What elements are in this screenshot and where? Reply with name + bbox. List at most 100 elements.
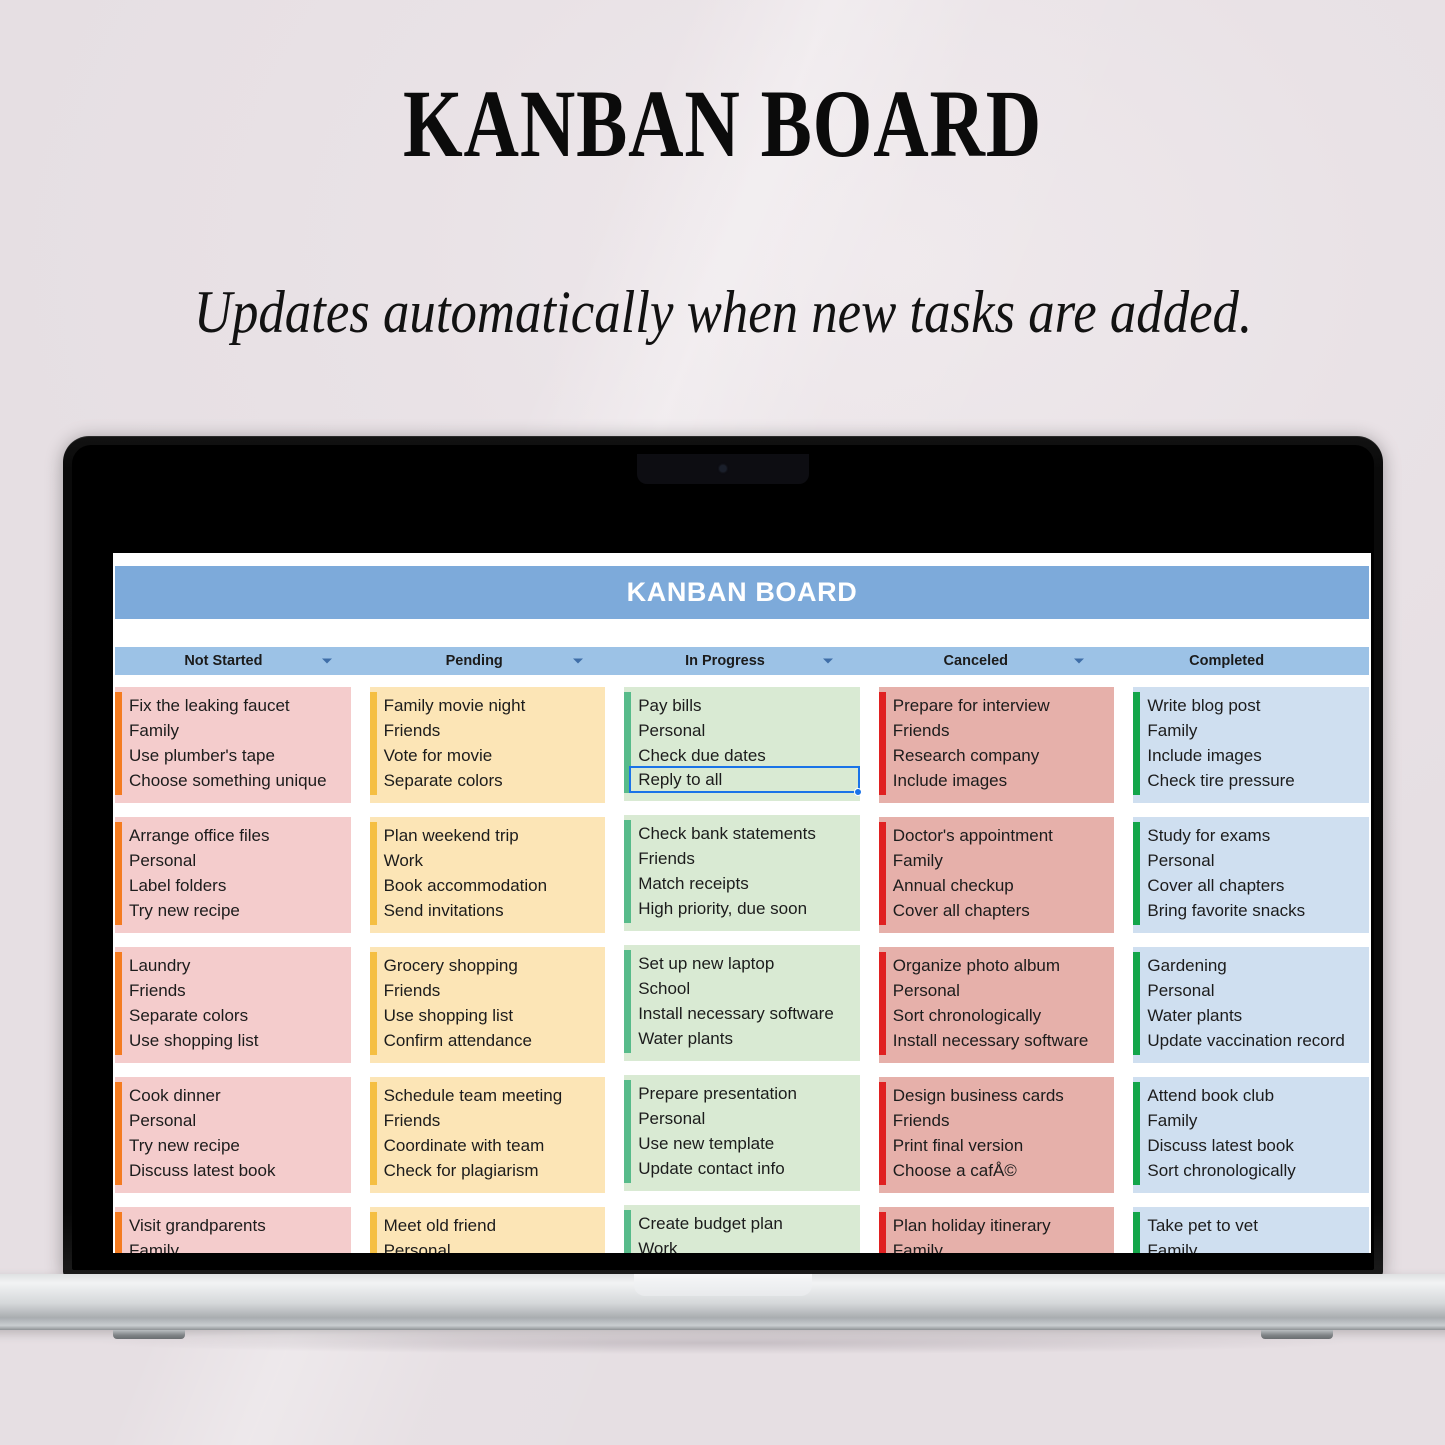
- card-accent-bar: [624, 820, 632, 923]
- chevron-down-icon[interactable]: [1074, 658, 1085, 664]
- card-detail-line: Vote for movie: [383, 746, 493, 765]
- task-card[interactable]: Create budget plan Work: [624, 1205, 860, 1253]
- column-header-in-progress[interactable]: In Progress: [617, 647, 868, 675]
- column-header-not-started[interactable]: Not Started: [115, 647, 366, 675]
- card-accent-bar: [115, 692, 122, 795]
- card-task-title: Doctor's appointment: [892, 826, 1053, 845]
- task-card[interactable]: Prepare presentation Personal Use new temp…: [624, 1075, 860, 1191]
- card-accent-bar: [115, 1082, 122, 1185]
- sheet-spacer-row: [113, 619, 1371, 647]
- card-detail-line: Personal: [892, 981, 960, 1000]
- task-card[interactable]: Organize photo album Personal Sort chronol…: [878, 947, 1115, 1063]
- task-card[interactable]: Plan weekend trip Work Book accommodation S…: [369, 817, 606, 933]
- task-card[interactable]: Family movie night Friends Vote for movie S…: [369, 687, 606, 803]
- card-detail-line: Include images: [1147, 746, 1262, 765]
- task-card[interactable]: Attend book club Family Discuss latest boo…: [1133, 1077, 1369, 1193]
- card-detail-line: Confirm attendance: [383, 1031, 532, 1050]
- card-detail-line: Family: [129, 721, 180, 740]
- task-card[interactable]: Arrange office files Personal Label folder…: [115, 817, 351, 933]
- column-header-canceled[interactable]: Canceled: [867, 647, 1118, 675]
- card-accent-bar: [624, 1210, 632, 1253]
- task-card[interactable]: Gardening Personal Water plants Update vacc…: [1133, 947, 1369, 1063]
- card-accent-bar: [369, 1212, 377, 1253]
- card-body: Take pet to vet Family: [1140, 1212, 1369, 1253]
- card-detail-line: Cover all chapters: [892, 901, 1030, 920]
- card-task-title: Set up new laptop: [638, 954, 775, 973]
- card-accent-bar: [115, 952, 122, 1055]
- task-card[interactable]: Doctor's appointment Family Annual checkup…: [878, 817, 1115, 933]
- card-body: Cook dinner Personal Try new recipe Discuss…: [122, 1082, 351, 1185]
- card-task-title: Prepare presentation: [638, 1084, 797, 1103]
- card-detail-line: Research company: [892, 746, 1040, 765]
- card-body: Plan holiday itinerary Family: [886, 1212, 1115, 1253]
- task-card[interactable]: Grocery shopping Friends Use shopping list…: [369, 947, 606, 1063]
- card-detail-line: Personal: [1147, 981, 1215, 1000]
- card-task-title: Organize photo album: [892, 956, 1061, 975]
- card-detail-line: Check due dates: [638, 746, 766, 765]
- card-body: Check bank statements Friends Match receip…: [631, 820, 860, 923]
- task-card[interactable]: Meet old friend Personal: [369, 1207, 606, 1253]
- card-detail-line: High priority, due soon: [638, 899, 808, 918]
- card-detail-line: Discuss latest book: [129, 1161, 276, 1180]
- card-detail-line: Friends: [892, 1111, 950, 1130]
- card-detail-line: Book accommodation: [383, 876, 548, 895]
- card-detail-line: Discuss latest book: [1147, 1136, 1294, 1155]
- cell-fill-handle[interactable]: [853, 788, 862, 796]
- task-card[interactable]: Write blog post Family Include images Check…: [1133, 687, 1369, 803]
- spreadsheet-canvas: KANBAN BOARD Not Started Pending In Progre…: [113, 566, 1371, 1253]
- laptop-screen: KANBAN BOARD Not Started Pending In Progre…: [113, 553, 1371, 1253]
- task-card[interactable]: Laundry Friends Separate colors Use shoppin…: [115, 947, 351, 1063]
- card-detail-line: Personal: [638, 1109, 706, 1128]
- card-detail-line: Choose a cafÅ©: [892, 1161, 1017, 1180]
- column-header-completed[interactable]: Completed: [1118, 647, 1369, 675]
- card-detail-line: Use shopping list: [129, 1031, 259, 1050]
- card-body: Plan weekend trip Work Book accommodation S…: [377, 822, 606, 925]
- chevron-down-icon[interactable]: [572, 658, 583, 664]
- column-header-pending[interactable]: Pending: [366, 647, 617, 675]
- card-detail-line: Use plumber's tape: [129, 746, 275, 765]
- task-card[interactable]: Take pet to vet Family: [1133, 1207, 1369, 1253]
- card-detail-line: Family: [129, 1241, 180, 1253]
- card-task-title: Take pet to vet: [1147, 1216, 1258, 1235]
- card-detail-line: Friends: [892, 721, 950, 740]
- task-card[interactable]: Design business cards Friends Print final …: [878, 1077, 1115, 1193]
- card-body: Gardening Personal Water plants Update vacc…: [1140, 952, 1369, 1055]
- task-card[interactable]: Fix the leaking faucet Family Use plumber'…: [115, 687, 351, 803]
- card-task-title: Meet old friend: [383, 1216, 497, 1235]
- chevron-down-icon[interactable]: [823, 658, 834, 664]
- card-task-title: Plan holiday itinerary: [892, 1216, 1051, 1235]
- task-card[interactable]: Plan holiday itinerary Family: [878, 1207, 1115, 1253]
- card-accent-bar: [878, 1212, 886, 1253]
- task-card[interactable]: Cook dinner Personal Try new recipe Discuss…: [115, 1077, 351, 1193]
- card-body: Study for exams Personal Cover all chapter…: [1140, 822, 1369, 925]
- card-task-title: Pay bills: [638, 696, 702, 715]
- card-detail-line: Personal: [1147, 851, 1215, 870]
- card-body: Design business cards Friends Print final …: [886, 1082, 1115, 1185]
- card-detail-line[interactable]: Reply to all: [629, 766, 862, 796]
- card-task-title: Plan weekend trip: [383, 826, 519, 845]
- card-body: Write blog post Family Include images Check…: [1140, 692, 1369, 795]
- task-card[interactable]: Pay bills Personal Check due dates Reply to…: [624, 687, 862, 801]
- task-card[interactable]: Prepare for interview Friends Research com…: [878, 687, 1115, 803]
- column-header-label: Completed: [1189, 653, 1265, 669]
- kanban-column-not-started: Fix the leaking faucet Family Use plumber'…: [115, 687, 370, 1253]
- card-accent-bar: [1133, 692, 1141, 795]
- card-detail-line: Sort chronologically: [1147, 1161, 1296, 1180]
- card-task-title: Grocery shopping: [383, 956, 518, 975]
- laptop-foot-left: [113, 1330, 185, 1339]
- card-task-title: Cook dinner: [129, 1086, 221, 1105]
- task-card[interactable]: Schedule team meeting Friends Coordinate w…: [369, 1077, 606, 1193]
- task-card[interactable]: Set up new laptop School Install necessary…: [624, 945, 860, 1061]
- card-accent-bar: [878, 952, 886, 1055]
- task-card[interactable]: Study for exams Personal Cover all chapter…: [1133, 817, 1369, 933]
- card-accent-bar: [1133, 1082, 1141, 1185]
- card-accent-bar: [1133, 822, 1141, 925]
- task-card[interactable]: Check bank statements Friends Match receip…: [624, 815, 860, 931]
- card-detail-line: Separate colors: [383, 771, 503, 790]
- chevron-down-icon[interactable]: [321, 658, 332, 664]
- card-task-title: Design business cards: [892, 1086, 1064, 1105]
- laptop-lid: KANBAN BOARD Not Started Pending In Progre…: [63, 436, 1383, 1276]
- card-detail-line: Annual checkup: [892, 876, 1014, 895]
- task-card[interactable]: Visit grandparents Family: [115, 1207, 351, 1253]
- card-detail-line: Family: [1147, 721, 1198, 740]
